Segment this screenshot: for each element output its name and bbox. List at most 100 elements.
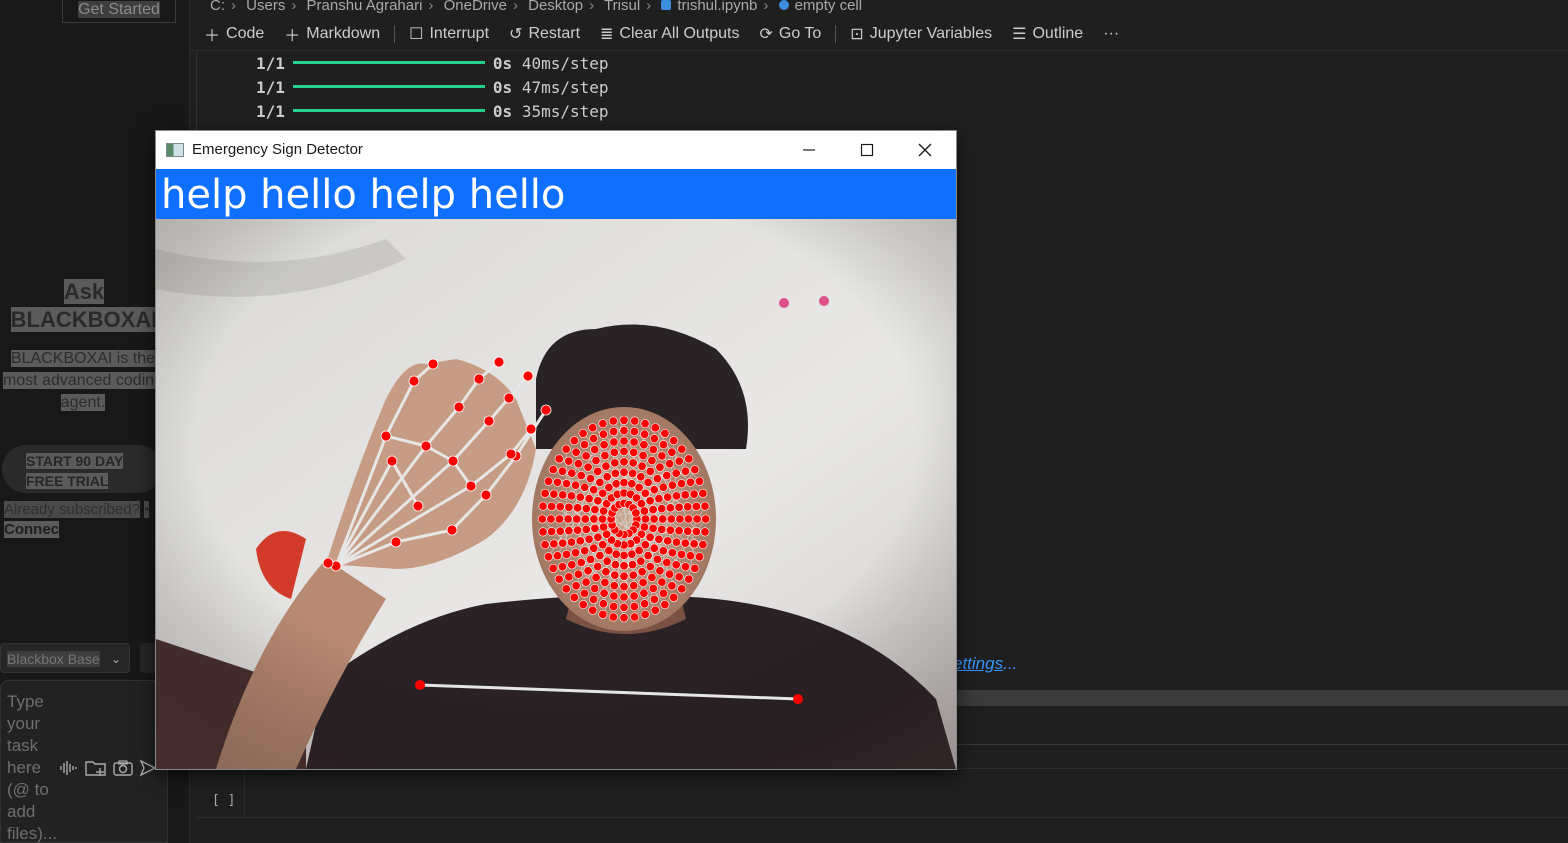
opencv-window[interactable]: Emergency Sign Detector help hello help …	[155, 130, 957, 770]
clear-outputs-button[interactable]: ≣ Clear All Outputs	[600, 24, 739, 44]
breadcrumb-item[interactable]: empty cell	[795, 0, 863, 14]
go-to-button[interactable]: ⟳ Go To	[759, 24, 821, 44]
face-landmark	[557, 562, 567, 572]
face-landmark	[609, 447, 619, 457]
face-landmark	[558, 538, 568, 548]
face-landmark	[680, 466, 690, 476]
face-landmark	[610, 458, 620, 468]
face-landmark	[667, 447, 677, 457]
start-trial-button[interactable]: START 90 DAY FREE TRIAL	[2, 445, 162, 493]
face-landmark	[599, 588, 609, 598]
get-started-button[interactable]: Get Started	[62, 0, 176, 23]
minimize-button[interactable]	[780, 131, 838, 169]
face-landmark	[583, 462, 593, 472]
face-landmark	[683, 502, 693, 512]
step-time: 0s	[492, 78, 513, 97]
face-landmark	[640, 514, 650, 524]
face-landmark	[654, 494, 664, 504]
hand-landmark	[412, 500, 424, 512]
face-landmark	[645, 466, 655, 476]
task-input-box[interactable]: Type your task here (@ to add files)...	[0, 680, 168, 843]
face-landmark	[690, 465, 700, 475]
face-landmark	[674, 526, 684, 536]
empty-code-cell[interactable]: [ ]	[196, 768, 1568, 818]
face-landmark	[650, 605, 660, 615]
face-landmark	[685, 551, 695, 561]
jupyter-variables-button[interactable]: ⊡ Jupyter Variables	[850, 24, 992, 44]
close-button[interactable]	[896, 131, 954, 169]
face-landmark	[665, 459, 675, 469]
face-landmark	[564, 526, 574, 536]
face-landmark	[580, 514, 590, 524]
interrupt-button[interactable]: ☐ Interrupt	[409, 24, 489, 44]
face-landmark	[589, 485, 599, 495]
breadcrumb-item[interactable]: Desktop	[528, 0, 583, 14]
face-landmark	[629, 601, 639, 611]
face-landmark	[630, 416, 640, 426]
breadcrumb-item[interactable]: trishul.ipynb	[677, 0, 757, 14]
hand-landmark	[505, 448, 517, 460]
face-landmark	[609, 601, 619, 611]
face-landmark	[649, 594, 659, 604]
face-landmark	[660, 600, 670, 610]
face-landmark	[608, 416, 618, 426]
add-markdown-button[interactable]: ＋ Markdown	[284, 22, 380, 46]
settings-link[interactable]: ettings...	[953, 654, 1017, 674]
face-landmark	[555, 502, 565, 512]
chevron-down-icon: ⌄	[110, 652, 121, 666]
face-landmark	[581, 504, 591, 514]
breadcrumb-item[interactable]: C:	[210, 0, 225, 14]
face-landmark	[608, 612, 618, 622]
outline-button[interactable]: ☰ Outline	[1012, 24, 1083, 44]
face-landmark	[538, 501, 548, 511]
face-landmark	[561, 444, 571, 454]
face-landmark	[590, 445, 600, 455]
face-landmark	[701, 514, 711, 524]
voice-icon[interactable]	[59, 759, 79, 782]
face-landmark	[619, 592, 629, 602]
face-landmark	[564, 502, 574, 512]
face-landmark	[575, 536, 585, 546]
add-folder-icon[interactable]	[85, 759, 107, 782]
face-landmark	[584, 534, 594, 544]
face-landmark	[619, 550, 629, 560]
step-count: 1/1	[256, 54, 285, 73]
model-select[interactable]: Blackbox Base ⌄	[0, 643, 130, 673]
restart-button[interactable]: ↺ Restart	[509, 24, 580, 44]
face-landmark	[564, 572, 574, 582]
face-landmark	[689, 489, 699, 499]
cell-editor[interactable]	[244, 769, 1568, 817]
more-actions-button[interactable]: ···	[1103, 25, 1119, 43]
breadcrumb-item[interactable]: OneDrive	[444, 0, 507, 14]
face-landmark	[566, 491, 576, 501]
face-landmark	[543, 552, 553, 562]
breadcrumb-item[interactable]: Users	[246, 0, 285, 14]
hand-landmark	[453, 401, 465, 413]
connect-link[interactable]: Connec	[4, 521, 60, 538]
face-landmark	[638, 577, 648, 587]
maximize-button[interactable]	[838, 131, 896, 169]
notebook-file-icon	[661, 0, 672, 10]
horizontal-scrollbar[interactable]	[953, 690, 1568, 706]
face-landmark	[674, 572, 684, 582]
window-titlebar[interactable]: Emergency Sign Detector	[156, 131, 956, 169]
face-landmark	[676, 549, 686, 559]
face-landmark	[665, 525, 675, 535]
breadcrumb-item[interactable]: Pranshu Agrahari	[307, 0, 423, 14]
task-input[interactable]: Type your task here (@ to add files)...	[7, 691, 57, 843]
plus-icon: ＋	[284, 28, 301, 45]
maximize-icon	[860, 143, 874, 156]
face-landmark	[643, 551, 653, 561]
face-landmark	[690, 563, 700, 573]
face-landmark	[684, 454, 694, 464]
restart-label: Restart	[528, 25, 581, 42]
face-landmark	[561, 479, 571, 489]
camera-icon[interactable]	[113, 759, 133, 782]
breadcrumb-item[interactable]: Trisul	[604, 0, 640, 14]
add-code-button[interactable]: ＋ Code	[204, 22, 264, 46]
hand-landmark	[386, 455, 398, 467]
progress-bar	[292, 61, 485, 64]
face-landmark	[547, 501, 557, 511]
face-landmark	[647, 572, 657, 582]
face-landmark	[658, 482, 668, 492]
